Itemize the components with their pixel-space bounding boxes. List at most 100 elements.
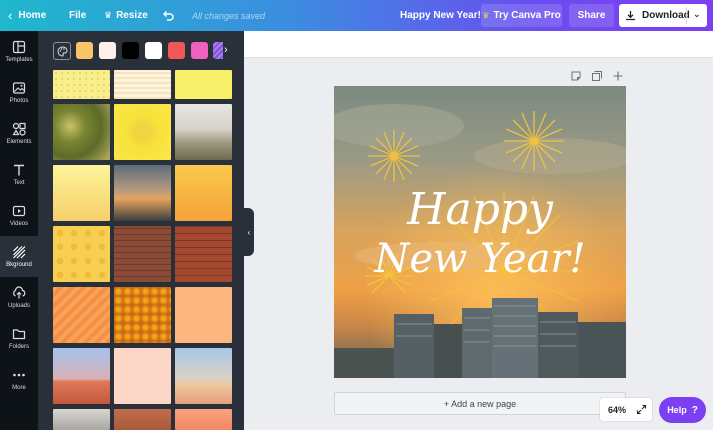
folders-icon xyxy=(12,329,26,340)
rail-label: Elements xyxy=(6,139,32,145)
rail-item-more[interactable]: More xyxy=(0,359,38,400)
rail-item-elements[interactable]: Elements xyxy=(0,113,38,154)
crown-icon: ♛ xyxy=(482,11,490,20)
help-label: Help xyxy=(667,405,687,415)
file-label: File xyxy=(69,10,87,21)
add-new-page-button[interactable]: + Add a new page xyxy=(334,392,626,415)
uploads-icon xyxy=(13,286,26,299)
file-menu-button[interactable]: File xyxy=(69,0,86,31)
background-tile[interactable] xyxy=(175,287,232,343)
rail-item-text[interactable]: Text xyxy=(0,154,38,195)
background-tile[interactable] xyxy=(175,70,232,99)
rail-item-background[interactable]: Bkground xyxy=(0,236,38,277)
rail-label: Templates xyxy=(5,57,33,63)
fullscreen-icon[interactable] xyxy=(636,404,647,415)
crown-icon: ♛ xyxy=(104,10,113,20)
rail-label: More xyxy=(12,385,26,391)
home-button[interactable]: ‹ Home xyxy=(8,0,46,31)
background-tile[interactable] xyxy=(175,348,232,404)
color-swatch-pattern[interactable] xyxy=(213,42,223,59)
download-button[interactable]: Download ⌄ xyxy=(619,4,707,27)
background-tile[interactable] xyxy=(53,409,110,430)
background-tile[interactable] xyxy=(114,348,171,404)
rail-item-photos[interactable]: Photos xyxy=(0,72,38,113)
add-page-icon[interactable] xyxy=(612,70,624,82)
notes-icon[interactable] xyxy=(570,70,582,82)
videos-icon xyxy=(12,205,26,217)
color-swatch[interactable] xyxy=(191,42,208,59)
chevron-left-icon: ‹ xyxy=(8,8,13,23)
background-tile[interactable] xyxy=(114,409,171,430)
chevron-down-icon[interactable]: ⌄ xyxy=(693,9,701,20)
background-tile[interactable] xyxy=(53,70,110,99)
zoom-level: 64% xyxy=(608,404,627,415)
rail-label: Folders xyxy=(8,344,29,350)
photos-icon xyxy=(12,82,26,94)
download-label: Download xyxy=(642,10,690,21)
background-tile[interactable] xyxy=(175,104,232,160)
more-icon xyxy=(13,373,25,377)
color-swatch[interactable] xyxy=(168,42,185,59)
background-tile[interactable] xyxy=(175,165,232,221)
elements-icon xyxy=(12,122,26,136)
rail-label: Bkground xyxy=(6,262,32,268)
background-tile[interactable] xyxy=(114,287,171,343)
background-tile[interactable] xyxy=(53,104,110,160)
color-swatch[interactable] xyxy=(122,42,139,59)
zoom-control[interactable]: 64% xyxy=(600,398,652,421)
collapse-panel-button[interactable]: ‹ xyxy=(244,208,254,256)
share-button[interactable]: Share xyxy=(569,4,614,27)
background-tile[interactable] xyxy=(53,165,110,221)
share-label: Share xyxy=(577,10,606,21)
color-swatch[interactable] xyxy=(145,42,162,59)
side-rail: Templates Photos Elements Text Videos Bk… xyxy=(0,31,38,430)
rail-label: Videos xyxy=(9,221,29,227)
question-icon: ? xyxy=(691,404,698,416)
background-panel: › xyxy=(38,31,244,430)
palette-icon xyxy=(57,46,67,56)
help-button[interactable]: Help ? xyxy=(659,397,706,423)
download-divider xyxy=(686,7,687,24)
background-tile[interactable] xyxy=(175,226,232,282)
chevron-right-icon[interactable]: › xyxy=(224,44,228,56)
canvas-context-bar xyxy=(244,31,713,58)
rail-item-uploads[interactable]: Uploads xyxy=(0,277,38,318)
undo-icon xyxy=(163,10,174,21)
background-tile[interactable] xyxy=(114,226,171,282)
try-pro-label: Try Canva Pro xyxy=(493,10,561,21)
background-tile[interactable] xyxy=(53,348,110,404)
color-picker-button[interactable] xyxy=(53,42,71,60)
rail-item-folders[interactable]: Folders xyxy=(0,318,38,359)
rail-item-videos[interactable]: Videos xyxy=(0,195,38,236)
color-swatch[interactable] xyxy=(99,42,116,59)
save-status: All changes saved xyxy=(192,10,266,21)
headline-line1[interactable]: Happy xyxy=(406,184,554,235)
duplicate-page-icon[interactable] xyxy=(591,70,603,82)
rail-label: Uploads xyxy=(7,303,30,309)
background-tile[interactable] xyxy=(53,226,110,282)
design-page[interactable]: Happy New Year! xyxy=(334,86,626,378)
background-tile[interactable] xyxy=(114,104,171,160)
resize-button[interactable]: ♛ Resize xyxy=(104,0,148,31)
color-swatch[interactable] xyxy=(76,42,93,59)
headline-line2[interactable]: New Year! xyxy=(373,236,585,282)
background-tile[interactable] xyxy=(114,165,171,221)
download-icon xyxy=(626,11,635,21)
background-tile[interactable] xyxy=(53,287,110,343)
background-tile[interactable] xyxy=(175,409,232,430)
try-canva-pro-button[interactable]: ♛ Try Canva Pro xyxy=(481,4,562,27)
top-toolbar: ‹ Home File ♛ Resize All changes saved H… xyxy=(0,0,713,31)
background-tile[interactable] xyxy=(114,70,171,99)
resize-label: Resize xyxy=(116,10,148,21)
templates-icon xyxy=(12,40,26,54)
home-label: Home xyxy=(18,10,47,21)
undo-button[interactable] xyxy=(162,0,174,31)
document-title[interactable]: Happy New Year! xyxy=(400,0,481,31)
rail-item-templates[interactable]: Templates xyxy=(0,31,38,72)
chevron-left-icon: ‹ xyxy=(247,227,251,237)
new-year-design: Happy New Year! xyxy=(334,86,626,378)
text-icon xyxy=(14,164,24,176)
rail-label: Photos xyxy=(9,98,29,104)
rail-label: Text xyxy=(13,180,25,186)
background-icon xyxy=(13,246,26,259)
